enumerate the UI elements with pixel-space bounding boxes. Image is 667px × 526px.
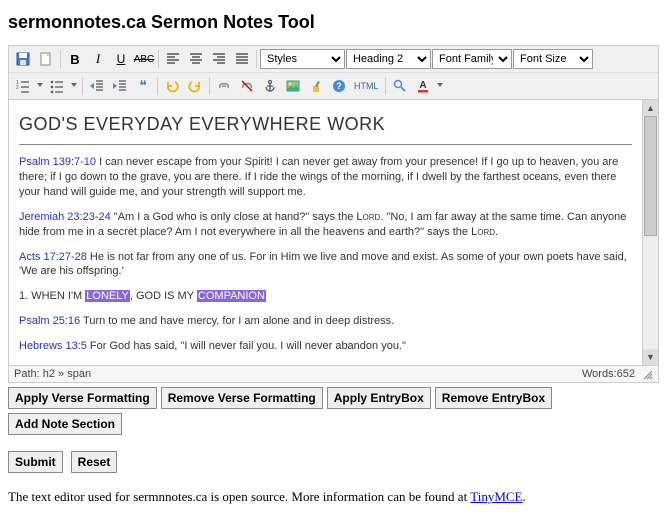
unordered-list-icon[interactable] [46, 75, 68, 97]
ordered-list-menu-icon[interactable] [35, 75, 45, 97]
editor-toolbar: B I U ABC Styles Heading 2 Font Family F… [9, 46, 658, 100]
form-buttons: Submit Reset [8, 451, 659, 473]
unordered-list-menu-icon[interactable] [69, 75, 79, 97]
help-icon[interactable]: ? [328, 75, 350, 97]
rich-text-editor: B I U ABC Styles Heading 2 Font Family F… [8, 45, 659, 383]
verse-ref: Psalm 25:16 [19, 315, 80, 327]
action-buttons: Apply Verse Formatting Remove Verse Form… [8, 387, 659, 435]
entrybox[interactable]: COMPANION [197, 290, 266, 302]
element-path[interactable]: Path: h2 » span [14, 368, 91, 380]
vertical-scrollbar[interactable]: ▲ ▼ [642, 100, 658, 365]
paragraph: Hebrews 13:5 For God has said, "I will n… [19, 339, 632, 354]
cleanup-icon[interactable] [305, 75, 327, 97]
remove-entrybox-button[interactable]: Remove EntryBox [435, 387, 552, 409]
find-replace-icon[interactable] [389, 75, 411, 97]
svg-text:A: A [419, 80, 426, 91]
italic-button[interactable]: I [87, 48, 109, 70]
outdent-icon[interactable] [86, 75, 108, 97]
paragraph: Psalm 25:16 Turn to me and have mercy, f… [19, 314, 632, 329]
verse-ref: Psalm 139:7-10 [19, 156, 96, 168]
tinymce-link[interactable]: TinyMCE [470, 489, 522, 504]
page-title: sermonnotes.ca Sermon Notes Tool [8, 12, 659, 33]
apply-entrybox-button[interactable]: Apply EntryBox [327, 387, 431, 409]
text-color-icon[interactable]: A [412, 75, 434, 97]
text-color-menu-icon[interactable] [435, 75, 445, 97]
redo-icon[interactable] [184, 75, 206, 97]
link-icon[interactable] [213, 75, 235, 97]
blockquote-icon[interactable]: ❝ [132, 75, 154, 97]
verse-ref: Hebrews 13:5 [19, 340, 87, 352]
undo-icon[interactable] [161, 75, 183, 97]
font-family-select[interactable]: Font Family [432, 49, 512, 69]
footnote: The text editor used for sermnnotes.ca i… [8, 489, 659, 505]
newdoc-icon[interactable] [35, 48, 57, 70]
scroll-down-icon[interactable]: ▼ [643, 349, 658, 365]
save-icon[interactable] [12, 48, 34, 70]
align-center-icon[interactable] [185, 48, 207, 70]
align-left-icon[interactable] [162, 48, 184, 70]
svg-text:?: ? [336, 81, 342, 91]
remove-verse-formatting-button[interactable]: Remove Verse Formatting [161, 387, 323, 409]
fill-in-line: 1. WHEN I'M LONELY, GOD IS MY COMPANION [19, 289, 632, 304]
font-size-select[interactable]: Font Size [513, 49, 593, 69]
underline-button[interactable]: U [110, 48, 132, 70]
editor-content-area[interactable]: GOD'S EVERYDAY EVERYWHERE WORK Psalm 139… [9, 100, 642, 365]
editor-statusbar: Path: h2 » span Words:652 [9, 365, 658, 382]
strikethrough-button[interactable]: ABC [133, 48, 155, 70]
scroll-thumb[interactable] [644, 116, 657, 236]
paragraph: Psalm 139:7-10 I can never escape from y… [19, 155, 632, 200]
align-justify-icon[interactable] [231, 48, 253, 70]
apply-verse-formatting-button[interactable]: Apply Verse Formatting [8, 387, 157, 409]
reset-button[interactable]: Reset [71, 451, 118, 473]
paragraph: Psalm 16:11 You will show me the way of … [19, 364, 632, 365]
format-select[interactable]: Heading 2 [346, 49, 431, 69]
verse-ref: Acts 17:27-28 [19, 251, 87, 263]
heading-rule [19, 144, 632, 145]
add-note-section-button[interactable]: Add Note Section [8, 413, 122, 435]
resize-handle-icon[interactable] [641, 368, 653, 380]
svg-text:2: 2 [16, 85, 19, 91]
doc-heading: GOD'S EVERYDAY EVERYWHERE WORK [19, 112, 632, 136]
entrybox[interactable]: LONELY [85, 290, 130, 302]
paragraph: Jeremiah 23:23-24 "Am I a God who is onl… [19, 210, 632, 240]
word-count: Words:652 [582, 368, 635, 380]
indent-icon[interactable] [109, 75, 131, 97]
scroll-up-icon[interactable]: ▲ [643, 100, 658, 116]
anchor-icon[interactable] [259, 75, 281, 97]
verse-ref: Jeremiah 23:23-24 [19, 211, 111, 223]
align-right-icon[interactable] [208, 48, 230, 70]
submit-button[interactable]: Submit [8, 451, 63, 473]
paragraph: Acts 17:27-28 He is not far from any one… [19, 250, 632, 280]
ordered-list-icon[interactable]: 12 [12, 75, 34, 97]
html-button[interactable]: HTML [351, 75, 382, 97]
styles-select[interactable]: Styles [260, 49, 345, 69]
bold-button[interactable]: B [64, 48, 86, 70]
image-icon[interactable] [282, 75, 304, 97]
unlink-icon[interactable] [236, 75, 258, 97]
